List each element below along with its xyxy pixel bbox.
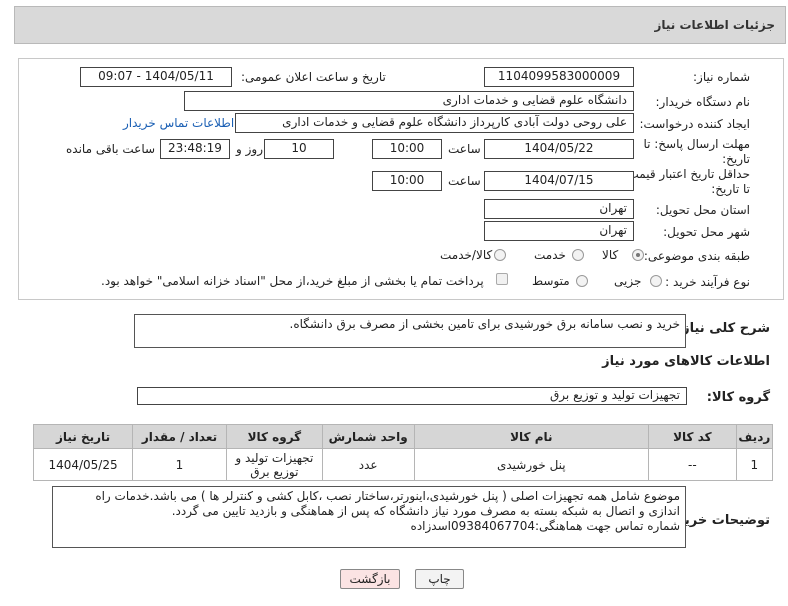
col-qty: تعداد / مقدار [132,424,227,449]
goods-group-field: تجهیزات تولید و توزیع برق [137,387,687,405]
province-field: تهران [484,199,634,219]
price-time-field: 10:00 [372,171,442,191]
reply-date-field: 1404/05/22 [484,139,634,159]
buyer-org-label: نام دستگاه خریدار: [655,95,751,109]
buyer-org-field: دانشگاه علوم قضایی و خدمات اداری [184,91,634,111]
summary-label: شرح کلی نیاز: [676,321,770,336]
remaining-label: ساعت باقی مانده [66,142,156,156]
need-number-field: 1104099583000009 [484,67,634,87]
price-date-field: 1404/07/15 [484,171,634,191]
category-radio-service[interactable] [572,249,584,261]
col-name: نام کالا [413,424,650,449]
page-header: جزئیات اطلاعات نیاز [14,6,786,44]
cell-name: پنل خورشیدی [413,448,650,481]
need-number-label: شماره نیاز: [693,70,750,84]
process-option-medium: متوسط [532,274,570,288]
goods-group-label: گروه کالا: [706,390,770,405]
col-code: کد کالا [648,424,737,449]
print-button[interactable]: چاپ [415,569,464,589]
cell-unit: عدد [321,448,415,481]
category-option-service: خدمت [534,248,566,262]
buyer-notes-line-1: موضوع شامل همه تجهیزات اصلی ( پنل خورشید… [95,489,680,503]
price-time-label: ساعت [448,174,481,188]
payment-note: پرداخت تمام یا بخشی از مبلغ خرید،از محل … [101,274,484,288]
category-option-goods: کالا [602,248,619,262]
buyer-notes-line-3: شماره تماس جهت هماهنگی:09384067704اسدزاد… [410,519,680,533]
announce-field: 1404/05/11 - 09:07 [80,67,232,87]
process-option-minor: جزیی [614,274,642,288]
col-date: تاریخ نیاز [32,424,134,449]
treasury-checkbox[interactable] [496,273,508,285]
requester-label: ایجاد کننده درخواست: [639,117,750,131]
process-label: نوع فرآیند خرید : [665,275,750,289]
category-label: طبقه بندی موضوعی: [643,249,750,263]
province-label: استان محل تحویل: [655,203,750,217]
city-label: شهر محل تحویل: [663,225,750,239]
reply-time-label: ساعت [448,142,481,156]
page-title: جزئیات اطلاعات نیاز [654,18,775,32]
buyer-notes-line-2: اندازی و اتصال به شبکه بسته به مصرف مورد… [171,504,680,518]
requester-field: علی روحی دولت آبادی کارپرداز دانشگاه علو… [235,113,634,133]
back-button[interactable]: بازگشت [340,569,400,589]
process-radio-minor[interactable] [650,275,662,287]
buyer-contact-link[interactable]: اطلاعات تماس خریدار [123,116,234,130]
cell-qty: 1 [132,448,227,481]
announce-label: تاریخ و ساعت اعلان عمومی: [241,70,386,84]
buyer-notes-textarea[interactable]: موضوع شامل همه تجهیزات اصلی ( پنل خورشید… [52,486,686,548]
category-option-both: کالا/خدمت [440,248,493,262]
price-validity-label: حداقل تاریخ اعتبار قیمت: تا تاریخ: [623,167,750,196]
days-label: روز و [236,142,263,156]
reply-time-field: 10:00 [372,139,442,159]
goods-table-header: ردیف کد کالا نام کالا واحد شمارش گروه کا… [32,424,774,449]
reply-deadline-label: مهلت ارسال پاسخ: تا تاریخ: [643,137,750,166]
cell-code: -- [648,448,737,481]
days-field: 10 [264,139,334,159]
col-row: ردیف [735,424,774,449]
city-field: تهران [484,221,634,241]
summary-textarea[interactable]: خرید و نصب سامانه برق خورشیدی برای تامین… [134,314,686,348]
goods-table: ردیف کد کالا نام کالا واحد شمارش گروه کا… [32,424,774,481]
category-radio-goods[interactable] [632,249,644,261]
cell-group: تجهیزات تولید و توزیع برق [225,448,323,481]
cell-row: 1 [735,448,774,481]
table-row: 1 -- پنل خورشیدی عدد تجهیزات تولید و توز… [32,448,774,481]
category-radio-both[interactable] [494,249,506,261]
cell-date: 1404/05/25 [32,448,134,481]
col-unit: واحد شمارش [321,424,415,449]
remaining-time-field: 23:48:19 [160,139,230,159]
process-radio-medium[interactable] [576,275,588,287]
goods-section-title: اطلاعات کالاهای مورد نیاز [602,354,770,369]
col-group: گروه کالا [225,424,323,449]
